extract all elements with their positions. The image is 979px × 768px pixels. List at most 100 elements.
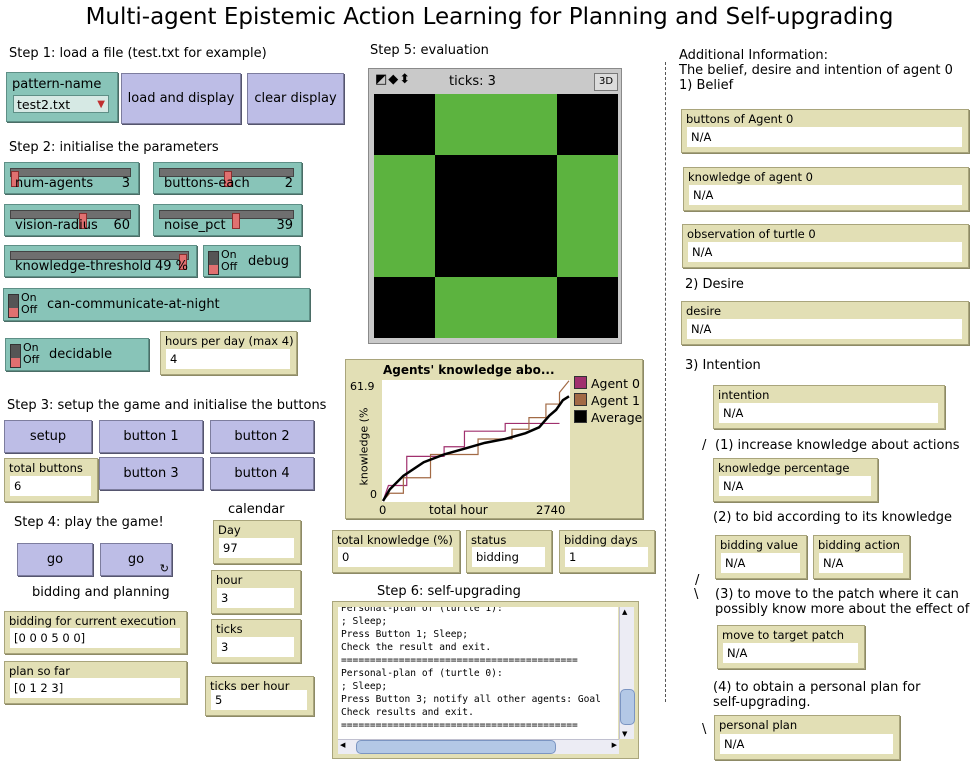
chooser-value[interactable]: test2.txt ▼ [13,95,109,113]
slider-name: knowledge-threshold [15,259,152,274]
scroll-right-icon[interactable]: ▶ [612,741,617,749]
step5-label: Step 5: evaluation [370,43,489,58]
toggle-icon[interactable] [208,251,219,275]
bidding-value-monitor: bidding value N/A [715,535,807,579]
patch-cell[interactable] [435,216,496,277]
patch-cell[interactable] [557,216,618,277]
vertical-scrollbar[interactable]: ▲ ▼ [619,607,635,739]
patch-cell[interactable] [496,277,557,338]
bidding-planning-label: bidding and planning [32,585,170,600]
pattern-name-chooser[interactable]: pattern-name test2.txt ▼ [6,72,118,122]
plot-xmin: 0 [379,503,387,517]
scroll-up-icon[interactable]: ▲ [622,608,627,616]
switch-off-label: Off [221,260,238,273]
move-to-target-monitor: move to target patch N/A [717,625,865,669]
patch-cell[interactable] [374,277,435,338]
monitor-label: observation of turtle 0 [687,227,816,241]
patch-cell[interactable] [374,155,435,216]
input-value[interactable]: 4 [166,349,290,369]
output-line: Press Button 3; notify all other agents:… [341,694,601,705]
intention-item-3b: possibly know more about the effect of [715,602,970,617]
patch-cell[interactable] [496,94,557,155]
monitor-value: 3 [217,588,294,608]
input-label: hours per day (max 4) [165,334,294,348]
page-title: Multi-agent Epistemic Action Learning fo… [85,4,894,30]
scroll-left-icon[interactable]: ◀ [340,741,345,749]
go-once-button[interactable]: go [17,543,93,576]
monitor-value: 0 [338,547,453,567]
button-3[interactable]: button 3 [99,457,203,490]
legend-label: Agent 1 [591,393,640,408]
bdi-heading: The belief, desire and intention of agen… [679,63,953,78]
monitor-value: N/A [688,242,962,262]
patch-cell[interactable] [557,277,618,338]
decidable-switch[interactable]: On Off decidable [5,338,149,371]
patch-cell[interactable] [496,216,557,277]
monitor-label: bidding for current execution [9,614,177,628]
switch-name: decidable [49,347,113,362]
vision-radius-slider[interactable]: vision-radius 60 [4,204,139,236]
button-1[interactable]: button 1 [99,420,203,453]
input-value[interactable]: 6 [10,476,91,496]
patch-cell[interactable] [557,94,618,155]
monitor-value: N/A [719,403,938,423]
horizontal-scrollbar[interactable]: ◀ ▶ [338,739,619,754]
input-value[interactable]: 5 [211,690,307,710]
patch-cell[interactable] [374,94,435,155]
scroll-thumb-horizontal[interactable] [356,740,556,754]
toggle-icon[interactable] [8,294,19,318]
noise-pct-slider[interactable]: noise_pct 39 [153,204,302,236]
legend-swatch [574,393,587,406]
patch-cell[interactable] [435,94,496,155]
slider-thumb[interactable] [232,213,240,229]
output-text[interactable]: Personal-plan of (turtle 1): ; Sleep; Pres… [338,607,618,739]
patch-cell[interactable] [557,155,618,216]
world-view: ◩◆⬍ ticks: 3 3D [368,68,622,344]
output-area: Personal-plan of (turtle 1): ; Sleep; Pres… [332,601,639,759]
view-controls-icon[interactable]: ◩◆⬍ [375,72,411,87]
monitor-label: personal plan [719,718,798,732]
knowledge-threshold-slider[interactable]: knowledge-threshold 49 % [4,245,197,277]
patch-cell[interactable] [496,155,557,216]
num-agents-slider[interactable]: num-agents 3 [4,162,139,194]
3d-view-button[interactable]: 3D [594,73,618,91]
patch-cell[interactable] [374,216,435,277]
output-line: ========================================… [341,655,578,666]
monitor-value: N/A [819,553,903,573]
monitor-value: [0 1 2 3] [10,678,180,698]
monitor-label: plan so far [9,664,70,678]
plot-title: Agents' knowledge abo... [383,363,555,377]
scroll-thumb[interactable] [620,689,635,725]
monitor-value: N/A [720,734,893,754]
legend-swatch [574,376,587,389]
monitor-label: intention [718,388,770,402]
total-buttons-input[interactable]: total buttons 6 [4,458,98,502]
setup-button[interactable]: setup [4,420,92,453]
step1-label: Step 1: load a file (test.txt for exampl… [9,46,267,61]
load-and-display-button[interactable]: load and display [121,73,241,124]
scroll-down-icon[interactable]: ▼ [622,730,627,738]
slider-name: vision-radius [15,218,98,233]
output-line: ========================================… [341,720,578,731]
monitor-value: N/A [687,127,962,147]
intention-item-2: (2) to bid according to its knowledge [713,510,953,525]
go-forever-button[interactable]: go ↻ [100,543,172,576]
bracket-top: / [702,438,707,453]
monitor-value: 1 [565,547,648,567]
belief-heading: 1) Belief [679,78,734,93]
intention-heading: 3) Intention [685,358,761,373]
debug-switch[interactable]: On Off debug [203,245,300,277]
button-2[interactable]: button 2 [210,420,314,453]
button-4[interactable]: button 4 [210,457,314,490]
buttons-each-slider[interactable]: buttons-each 2 [153,162,302,194]
ticks-per-hour-input[interactable]: ticks per hour 5 [205,676,314,716]
clear-display-button[interactable]: clear display [247,73,344,124]
output-lines: Personal-plan of (turtle 1): ; Sleep; Pres… [341,607,618,732]
patch-cell[interactable] [435,277,496,338]
can-communicate-at-night-switch[interactable]: On Off can-communicate-at-night [3,288,310,321]
slider-value: 49 % [154,259,188,274]
patch-cell[interactable] [435,155,496,216]
hours-per-day-input[interactable]: hours per day (max 4) 4 [160,331,297,375]
toggle-icon[interactable] [10,344,21,368]
world-grid[interactable] [374,94,618,338]
